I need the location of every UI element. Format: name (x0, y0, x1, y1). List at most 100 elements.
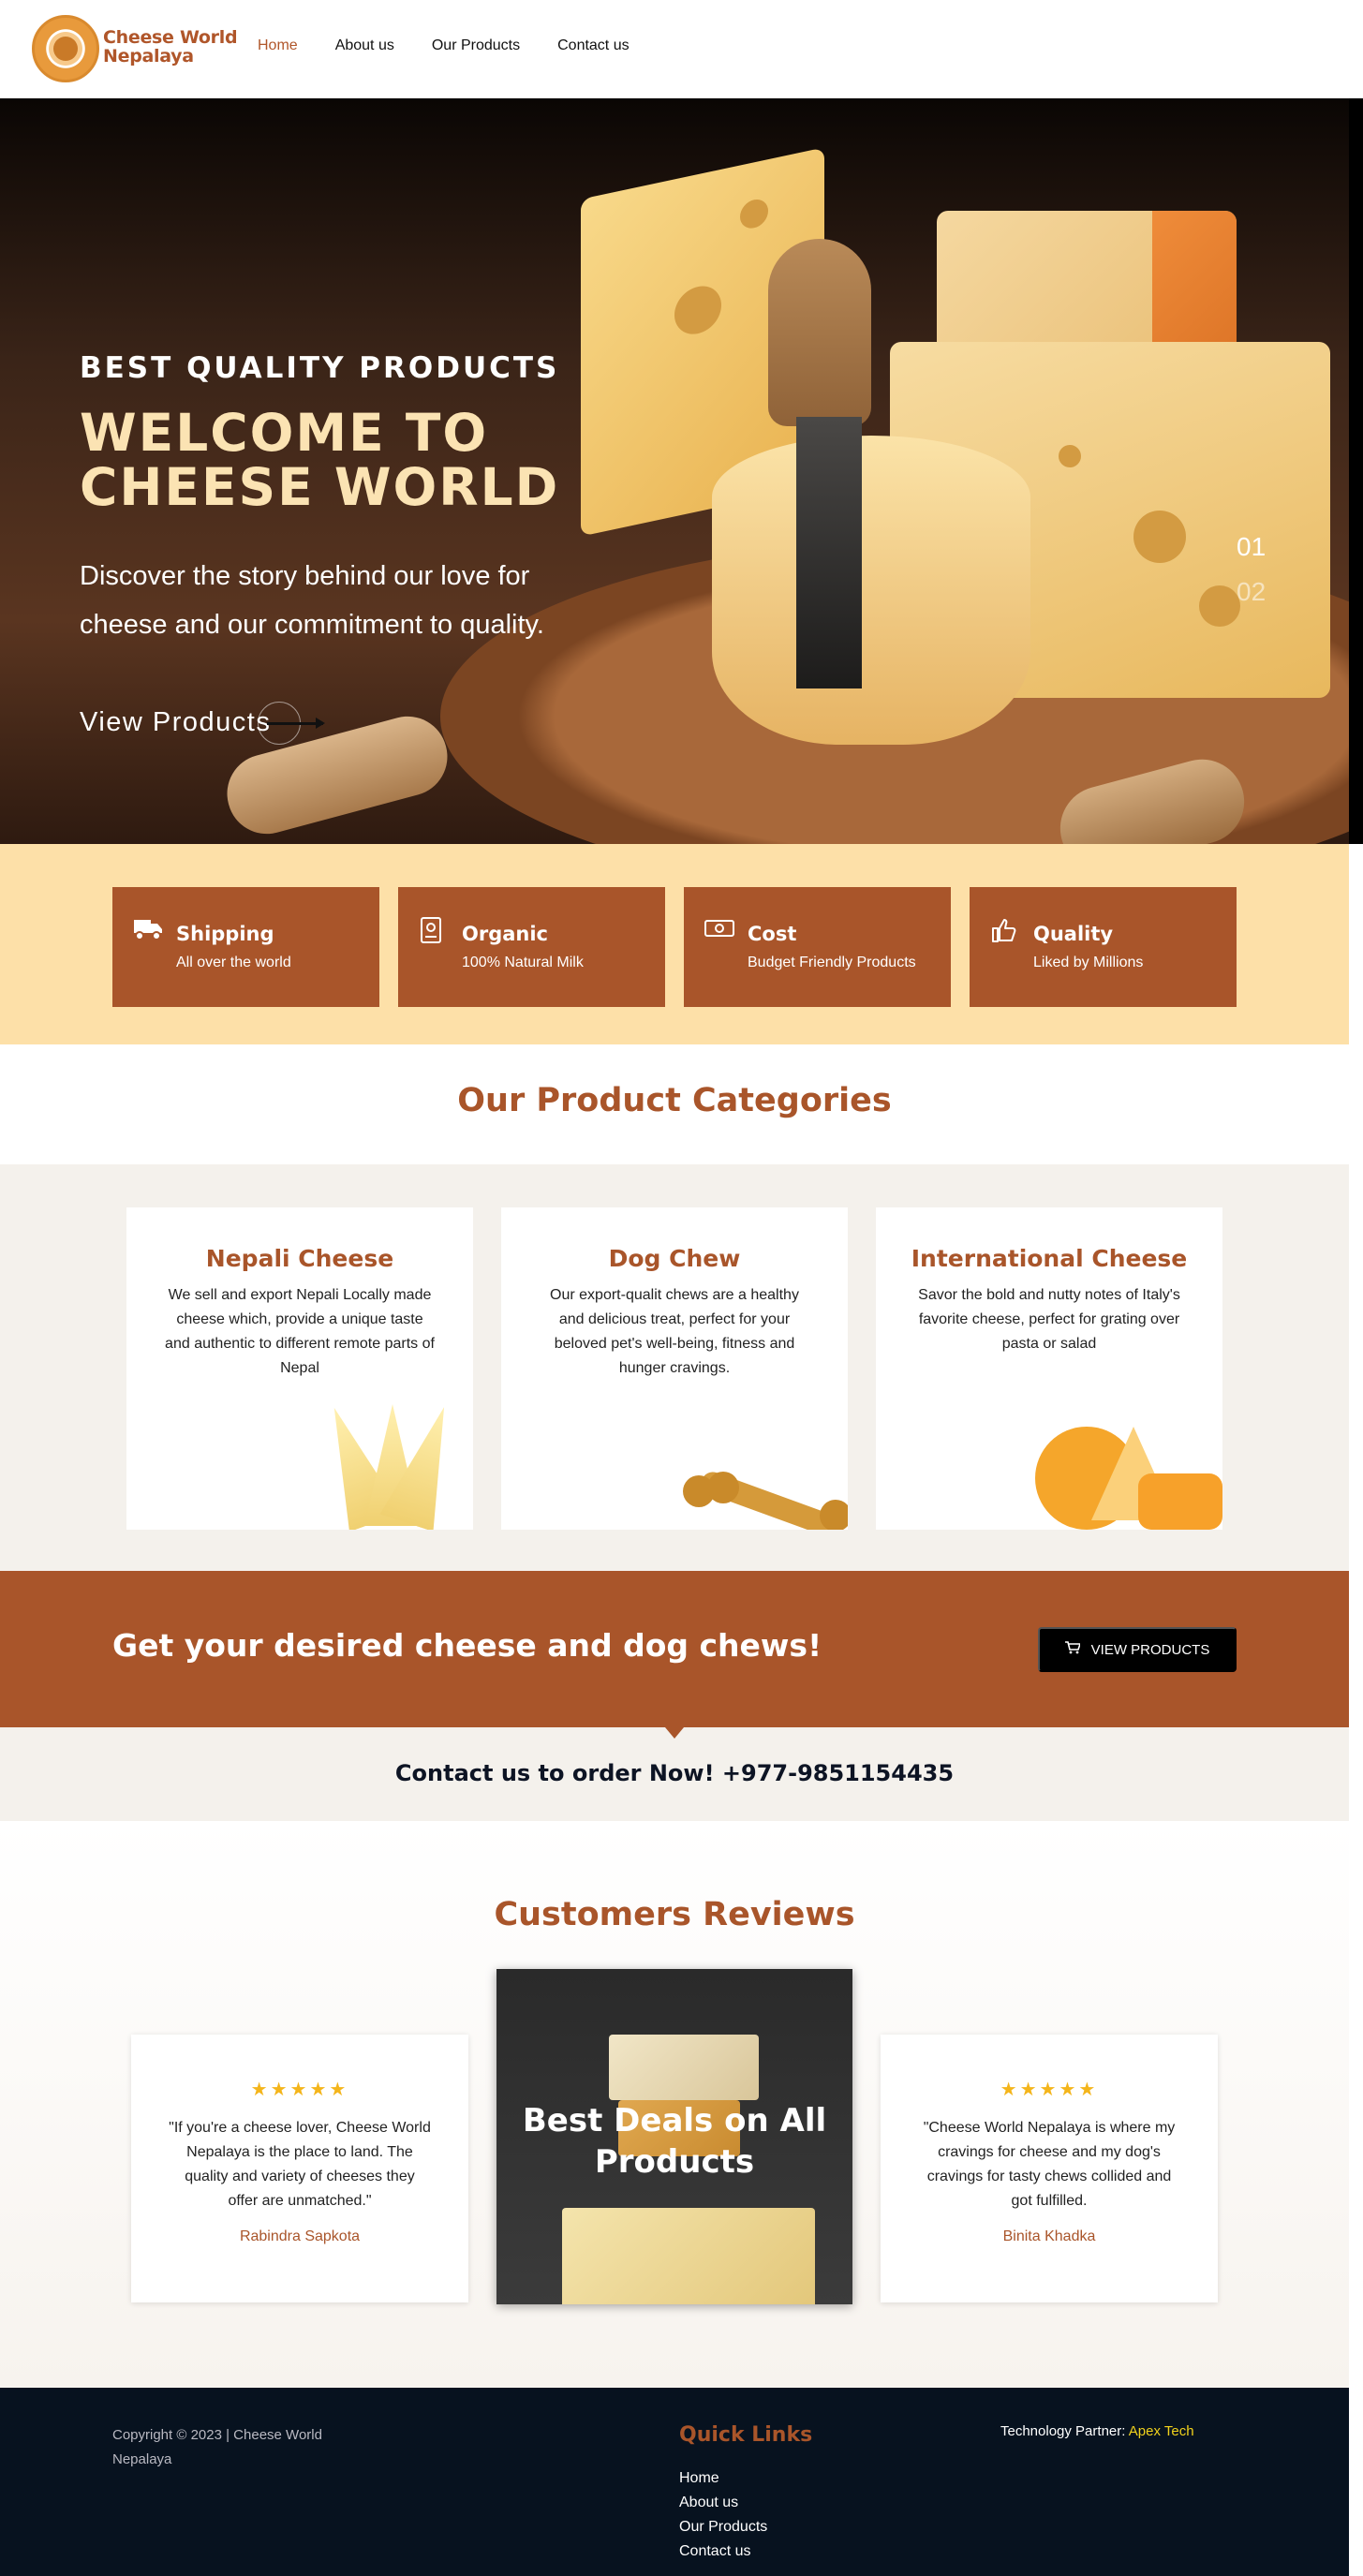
cheese-hole (740, 197, 768, 231)
cheese-hole (674, 281, 721, 339)
category-card-dog-chew[interactable]: Dog Chew Our export-qualit chews are a h… (501, 1207, 848, 1530)
footer-link-home[interactable]: Home (679, 2466, 767, 2491)
feature-subtitle: All over the world (176, 955, 291, 970)
bone-knob (820, 1500, 848, 1530)
nav-home[interactable]: Home (258, 37, 298, 54)
cart-icon (1064, 1641, 1081, 1658)
promo-band: Get your desired cheese and dog chews! V… (0, 1571, 1349, 1727)
view-products-button[interactable]: VIEW PRODUCTS (1038, 1627, 1237, 1672)
hero-view-products-link[interactable]: View Products (80, 702, 325, 745)
tech-partner-label: Technology Partner: (1000, 2423, 1126, 2439)
main-menu: Home About us Our Products Contact us (258, 37, 630, 54)
nav-about[interactable]: About us (335, 37, 394, 54)
footer-link-contact[interactable]: Contact us (679, 2539, 767, 2564)
truck-icon (133, 917, 163, 943)
contact-bar: Contact us to order Now! +977-9851154435 (0, 1727, 1349, 1821)
feature-title: Shipping (176, 923, 274, 945)
feature-subtitle: 100% Natural Milk (462, 955, 584, 970)
nav-contact[interactable]: Contact us (557, 37, 629, 54)
feature-card-quality: Quality Liked by Millions (970, 887, 1237, 1007)
category-card-nepali-cheese[interactable]: Nepali Cheese We sell and export Nepali … (126, 1207, 473, 1530)
category-title: International Cheese (911, 1245, 1188, 1272)
cheese-hole (1199, 585, 1240, 627)
logo-emblem (53, 37, 78, 61)
category-title: Nepali Cheese (205, 1245, 394, 1272)
quick-links-title: Quick Links (679, 2423, 813, 2447)
cheese-hole (1059, 445, 1081, 467)
view-products-label: VIEW PRODUCTS (1090, 1641, 1210, 1658)
review-author: Binita Khadka (1002, 2228, 1096, 2244)
reviews-section: Customers Reviews ★★★★★ "If you're a che… (0, 1821, 1349, 2388)
top-nav: Cheese World Nepalaya Home About us Our … (0, 0, 1363, 98)
international-cheese-image (1035, 1417, 1222, 1530)
bone-knob (707, 1472, 739, 1503)
star-rating-icon: ★★★★★ (250, 2080, 349, 2100)
category-card-international-cheese[interactable]: International Cheese Savor the bold and … (876, 1207, 1222, 1530)
categories-title: Our Product Categories (457, 1082, 892, 1119)
hero-text: BEST QUALITY PRODUCTS WELCOME TO CHEESE … (80, 351, 604, 649)
hero-lead: Discover the story behind our love for c… (80, 561, 544, 640)
dog-chew-image (679, 1469, 848, 1530)
feature-subtitle: Liked by Millions (1033, 955, 1144, 970)
cheese-cube (1138, 1473, 1222, 1530)
feature-subtitle: Budget Friendly Products (748, 955, 916, 970)
hero-slider: BEST QUALITY PRODUCTS WELCOME TO CHEESE … (0, 98, 1363, 844)
certificate-icon (419, 917, 449, 943)
cheese-wheel-image (712, 436, 1030, 745)
feature-title: Cost (748, 923, 797, 945)
copyright-text: Copyright © 2023 | Cheese World Nepalaya (112, 2427, 322, 2467)
brand-name-line2: Nepalaya (103, 46, 194, 67)
footer-link-products[interactable]: Our Products (679, 2515, 767, 2539)
best-deals-line1: Best Deals on All (522, 2102, 827, 2139)
thumbs-up-icon (990, 917, 1020, 943)
best-deals-line2: Products (594, 2143, 755, 2181)
slide-indicator-02[interactable]: 02 (1237, 570, 1266, 614)
feature-title: Quality (1033, 923, 1114, 945)
tech-partner-link[interactable]: Apex Tech (1129, 2423, 1194, 2439)
review-quote: "If you're a cheese lover, Cheese World … (169, 2120, 431, 2209)
cheese-knife-blade-image (796, 417, 862, 688)
footer: Copyright © 2023 | Cheese World Nepalaya… (0, 2388, 1349, 2576)
cheese-block-image (609, 2035, 759, 2100)
cheese-block-image (562, 2208, 815, 2304)
band-pointer (665, 1727, 684, 1739)
brand-name[interactable]: Cheese World Nepalaya (103, 27, 238, 67)
promo-heading: Get your desired cheese and dog chews! (112, 1627, 822, 1664)
hero-headline-line2: CHEESE WORLD (80, 457, 560, 517)
feature-card-organic: Organic 100% Natural Milk (398, 887, 665, 1007)
category-description: Our export-qualit chews are a healthy an… (550, 1287, 799, 1376)
category-title: Dog Chew (608, 1245, 741, 1272)
feature-title: Organic (462, 923, 549, 945)
nepali-cheese-image (308, 1395, 458, 1526)
cheese-knife-handle-image (768, 239, 871, 426)
slide-indicator-01[interactable]: 01 (1237, 525, 1266, 570)
features-strip: Shipping All over the world Organic 100%… (0, 844, 1349, 1044)
quick-links-list: Home About us Our Products Contact us (679, 2466, 767, 2564)
review-card: ★★★★★ "If you're a cheese lover, Cheese … (131, 2035, 468, 2302)
feature-card-shipping: Shipping All over the world (112, 887, 379, 1007)
arrow-right-icon (267, 718, 325, 729)
hero-cta-label: View Products (80, 707, 272, 737)
best-deals-heading: Best Deals on All Products (496, 2100, 852, 2183)
category-description: Savor the bold and nutty notes of Italy'… (918, 1287, 1180, 1352)
categories-section: Nepali Cheese We sell and export Nepali … (0, 1164, 1349, 1571)
hero-eyebrow: BEST QUALITY PRODUCTS (80, 351, 560, 385)
hero-headline: WELCOME TO CHEESE WORLD (80, 406, 604, 514)
star-rating-icon: ★★★★★ (1000, 2080, 1099, 2100)
brand-name-line1: Cheese World (103, 27, 238, 48)
review-card: ★★★★★ "Cheese World Nepalaya is where my… (881, 2035, 1218, 2302)
nav-products[interactable]: Our Products (432, 37, 520, 54)
reviews-title: Customers Reviews (494, 1896, 855, 1933)
feature-card-cost: Cost Budget Friendly Products (684, 887, 951, 1007)
slide-pagination: 01 02 (1237, 525, 1266, 614)
technology-partner: Technology Partner: Apex Tech (1000, 2423, 1194, 2439)
categories-header: Our Product Categories (0, 1044, 1349, 1164)
review-quote: "Cheese World Nepalaya is where my cravi… (923, 2120, 1176, 2209)
scrollbar[interactable] (1349, 98, 1363, 844)
brand-logo[interactable] (32, 15, 99, 82)
category-description: We sell and export Nepali Locally made c… (165, 1287, 435, 1376)
cheese-hole (1133, 511, 1186, 563)
footer-link-about[interactable]: About us (679, 2491, 767, 2515)
review-author: Rabindra Sapkota (239, 2228, 361, 2244)
best-deals-card[interactable]: Best Deals on All Products (496, 1969, 852, 2304)
